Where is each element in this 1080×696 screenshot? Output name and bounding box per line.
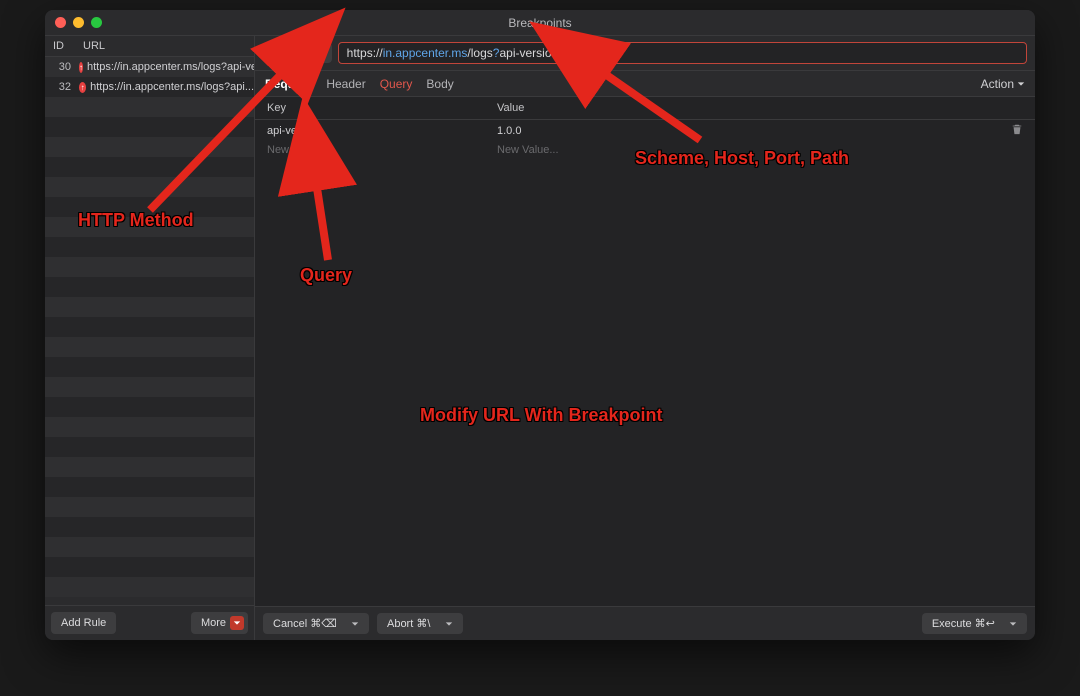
col-url-header: URL xyxy=(83,40,254,52)
rules-list: 30 ↑ https://in.appcenter.ms/logs?api-ve… xyxy=(45,57,254,605)
sidebar-footer: Add Rule More xyxy=(45,605,254,640)
sidebar-header: ID URL xyxy=(45,36,254,57)
more-button[interactable]: More xyxy=(191,612,248,634)
main-panel: POST https://in.appcenter.ms/logs?api-ve… xyxy=(255,36,1035,640)
kv-key-header: Key xyxy=(267,102,497,114)
kv-rows: api-version 1.0.0 New Key... New Value..… xyxy=(255,120,1035,606)
rule-url: https://in.appcenter.ms/logs?api... xyxy=(90,81,254,93)
method-select[interactable]: POST xyxy=(263,43,332,63)
tab-body[interactable]: Body xyxy=(426,77,453,91)
kv-row-new[interactable]: New Key... New Value... xyxy=(255,141,1035,159)
execute-button[interactable]: Execute ⌘↩ xyxy=(922,613,1027,634)
kv-key[interactable]: api-version xyxy=(267,125,497,137)
add-rule-button[interactable]: Add Rule xyxy=(51,612,116,634)
zoom-icon[interactable] xyxy=(91,17,102,28)
url-input[interactable]: https://in.appcenter.ms/logs?api-version… xyxy=(338,42,1027,64)
action-menu[interactable]: Action xyxy=(981,77,1025,91)
window-title: Breakpoints xyxy=(45,16,1035,30)
sidebar: ID URL 30 ↑ https://in.appcenter.ms/logs… xyxy=(45,36,255,640)
kv-value-placeholder[interactable]: New Value... xyxy=(497,144,1023,156)
minimize-icon[interactable] xyxy=(73,17,84,28)
titlebar: Breakpoints xyxy=(45,10,1035,36)
tab-header[interactable]: Header xyxy=(326,77,365,91)
rule-row[interactable]: 32 ↑ https://in.appcenter.ms/logs?api... xyxy=(45,77,254,97)
chevron-down-icon xyxy=(230,616,244,630)
toolbar: POST https://in.appcenter.ms/logs?api-ve… xyxy=(255,36,1035,71)
action-label: Action xyxy=(981,77,1014,91)
rule-row[interactable]: 30 ↑ https://in.appcenter.ms/logs?api-ve… xyxy=(45,57,254,77)
kv-value[interactable]: 1.0.0 xyxy=(497,125,1011,137)
stop-arrow-icon: ↑ xyxy=(79,62,83,73)
kv-key-placeholder[interactable]: New Key... xyxy=(267,144,497,156)
traffic-lights xyxy=(45,17,102,28)
url-scheme: https:// xyxy=(347,46,383,60)
url-host: in.appcenter.ms xyxy=(383,46,468,60)
rule-url: https://in.appcenter.ms/logs?api-ve... xyxy=(87,61,254,73)
url-qmark: ? xyxy=(493,46,500,60)
kv-value-header: Value xyxy=(497,102,524,114)
more-label: More xyxy=(201,617,226,629)
url-query: api-version=1.0.0 xyxy=(499,46,591,60)
col-id-header: ID xyxy=(53,40,83,52)
tab-query[interactable]: Query xyxy=(380,77,413,91)
tabs: Request Header Query Body Action xyxy=(255,71,1035,97)
breakpoints-window: Breakpoints ID URL 30 ↑ https://in.appce… xyxy=(45,10,1035,640)
trash-icon[interactable] xyxy=(1011,123,1023,138)
text-cursor xyxy=(593,47,594,59)
close-icon[interactable] xyxy=(55,17,66,28)
main-footer: Cancel ⌘⌫ Abort ⌘\ Execute ⌘↩ xyxy=(255,606,1035,640)
kv-header: Key Value xyxy=(255,97,1035,120)
stop-arrow-icon: ↑ xyxy=(79,82,86,93)
cancel-button[interactable]: Cancel ⌘⌫ xyxy=(263,613,369,634)
rule-id: 30 xyxy=(45,61,75,73)
tab-request[interactable]: Request xyxy=(265,77,312,91)
kv-row[interactable]: api-version 1.0.0 xyxy=(255,120,1035,141)
rule-id: 32 xyxy=(45,81,75,93)
stepper-icon xyxy=(318,48,326,59)
method-value: POST xyxy=(269,46,302,60)
abort-button[interactable]: Abort ⌘\ xyxy=(377,613,463,634)
window-body: ID URL 30 ↑ https://in.appcenter.ms/logs… xyxy=(45,36,1035,640)
empty-rows xyxy=(45,97,254,597)
url-path: /logs xyxy=(467,46,492,60)
